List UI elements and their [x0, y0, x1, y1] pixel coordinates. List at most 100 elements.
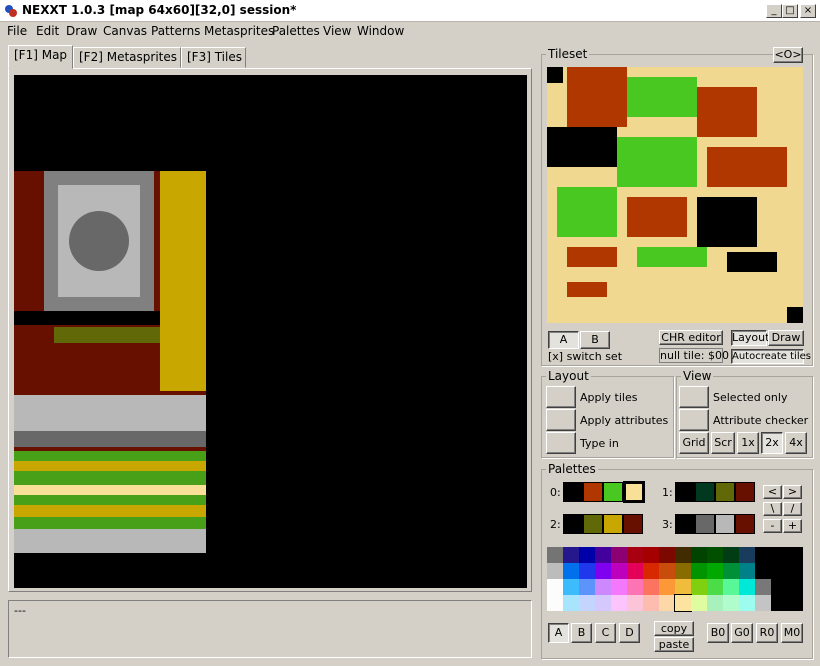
master-color-0-13[interactable]	[755, 547, 771, 563]
maximize-button[interactable]: □	[782, 4, 798, 18]
subpalette-b-button[interactable]: B	[571, 623, 592, 643]
master-color-2-8[interactable]	[675, 579, 691, 595]
emphasis-r-button[interactable]: R0	[756, 623, 778, 643]
master-color-2-0[interactable]	[547, 579, 563, 595]
menu-window[interactable]: Window	[357, 24, 404, 38]
paste-button[interactable]: paste	[654, 637, 694, 652]
rotate-forward-button[interactable]: /	[783, 502, 802, 516]
palette-2-color-2[interactable]	[603, 514, 623, 534]
subpalette-d-button[interactable]: D	[619, 623, 640, 643]
map-canvas[interactable]	[14, 75, 527, 588]
master-color-0-8[interactable]	[675, 547, 691, 563]
menu-file[interactable]: File	[7, 24, 27, 38]
master-color-3-4[interactable]	[611, 595, 627, 611]
master-color-1-14[interactable]	[771, 563, 787, 579]
draw-button[interactable]: Draw	[768, 330, 804, 346]
bank-b-button[interactable]: B	[580, 331, 610, 349]
zoom-4x-button[interactable]: 4x	[785, 432, 807, 454]
selected-only-toggle[interactable]	[679, 386, 709, 408]
master-color-1-12[interactable]	[739, 563, 755, 579]
subpalette-c-button[interactable]: C	[595, 623, 616, 643]
master-color-1-5[interactable]	[627, 563, 643, 579]
grid-button[interactable]: Grid	[679, 432, 709, 454]
master-color-3-1[interactable]	[563, 595, 579, 611]
menu-canvas[interactable]: Canvas	[103, 24, 147, 38]
master-color-3-12[interactable]	[739, 595, 755, 611]
palette-3-color-0[interactable]	[675, 514, 695, 534]
master-palette[interactable]	[547, 547, 803, 612]
master-color-3-5[interactable]	[627, 595, 643, 611]
palette-3-color-3[interactable]	[735, 514, 755, 534]
master-color-0-2[interactable]	[579, 547, 595, 563]
autocreate-tiles-button[interactable]: Autocreate tiles	[731, 349, 811, 364]
master-color-1-6[interactable]	[643, 563, 659, 579]
master-color-1-15[interactable]	[787, 563, 803, 579]
type-in-toggle[interactable]	[546, 432, 576, 454]
master-color-1-13[interactable]	[755, 563, 771, 579]
master-color-2-15[interactable]	[787, 579, 803, 595]
master-color-0-15[interactable]	[787, 547, 803, 563]
master-color-3-0[interactable]	[547, 595, 563, 611]
palette-3-color-1[interactable]	[695, 514, 715, 534]
palette-3-color-2[interactable]	[715, 514, 735, 534]
emphasis-g-button[interactable]: G0	[731, 623, 753, 643]
menu-metasprites[interactable]: Metasprites	[204, 24, 274, 38]
zoom-1x-button[interactable]: 1x	[737, 432, 759, 454]
master-color-1-8[interactable]	[675, 563, 691, 579]
menu-draw[interactable]: Draw	[66, 24, 97, 38]
master-color-2-11[interactable]	[723, 579, 739, 595]
master-color-2-6[interactable]	[643, 579, 659, 595]
master-color-2-10[interactable]	[707, 579, 723, 595]
master-color-2-2[interactable]	[579, 579, 595, 595]
master-color-0-4[interactable]	[611, 547, 627, 563]
palette-1-color-1[interactable]	[695, 482, 715, 502]
master-color-3-10[interactable]	[707, 595, 723, 611]
menu-edit[interactable]: Edit	[36, 24, 59, 38]
master-color-1-7[interactable]	[659, 563, 675, 579]
switch-set-checkbox[interactable]: [x] switch set	[548, 350, 622, 363]
master-color-2-7[interactable]	[659, 579, 675, 595]
master-color-1-2[interactable]	[579, 563, 595, 579]
tileset-toggle-button[interactable]: <O>	[773, 47, 803, 63]
tab-map[interactable]: [F1] Map	[8, 45, 73, 69]
master-color-0-1[interactable]	[563, 547, 579, 563]
menu-patterns[interactable]: Patterns	[151, 24, 200, 38]
tileset-canvas[interactable]	[547, 67, 803, 323]
master-color-2-1[interactable]	[563, 579, 579, 595]
master-color-1-10[interactable]	[707, 563, 723, 579]
shift-right-button[interactable]: >	[783, 485, 802, 499]
master-color-2-9[interactable]	[691, 579, 707, 595]
master-color-2-3[interactable]	[595, 579, 611, 595]
master-color-0-3[interactable]	[595, 547, 611, 563]
palette-2-color-1[interactable]	[583, 514, 603, 534]
bank-a-button[interactable]: A	[548, 331, 579, 349]
master-color-0-6[interactable]	[643, 547, 659, 563]
master-color-0-11[interactable]	[723, 547, 739, 563]
emphasis-b-button[interactable]: B0	[707, 623, 729, 643]
master-color-3-9[interactable]	[691, 595, 707, 611]
master-color-2-14[interactable]	[771, 579, 787, 595]
master-color-0-7[interactable]	[659, 547, 675, 563]
master-color-3-2[interactable]	[579, 595, 595, 611]
copy-button[interactable]: copy	[654, 621, 694, 636]
master-color-0-5[interactable]	[627, 547, 643, 563]
master-color-1-1[interactable]	[563, 563, 579, 579]
menu-palettes[interactable]: Palettes	[272, 24, 320, 38]
tab-tiles[interactable]: [F3] Tiles	[181, 47, 246, 68]
layout-button[interactable]: Layout	[731, 330, 769, 346]
master-color-1-9[interactable]	[691, 563, 707, 579]
master-color-1-3[interactable]	[595, 563, 611, 579]
palette-0-color-1[interactable]	[583, 482, 603, 502]
master-color-3-3[interactable]	[595, 595, 611, 611]
master-color-3-8[interactable]	[674, 594, 692, 612]
palette-2-color-3[interactable]	[623, 514, 643, 534]
palette-1-color-2[interactable]	[715, 482, 735, 502]
attribute-checker-toggle[interactable]	[679, 409, 709, 431]
master-color-3-15[interactable]	[787, 595, 803, 611]
palette-1-color-3[interactable]	[735, 482, 755, 502]
master-color-1-11[interactable]	[723, 563, 739, 579]
palette-2-color-0[interactable]	[563, 514, 583, 534]
shift-left-button[interactable]: <	[763, 485, 782, 499]
master-color-0-9[interactable]	[691, 547, 707, 563]
master-color-3-11[interactable]	[723, 595, 739, 611]
